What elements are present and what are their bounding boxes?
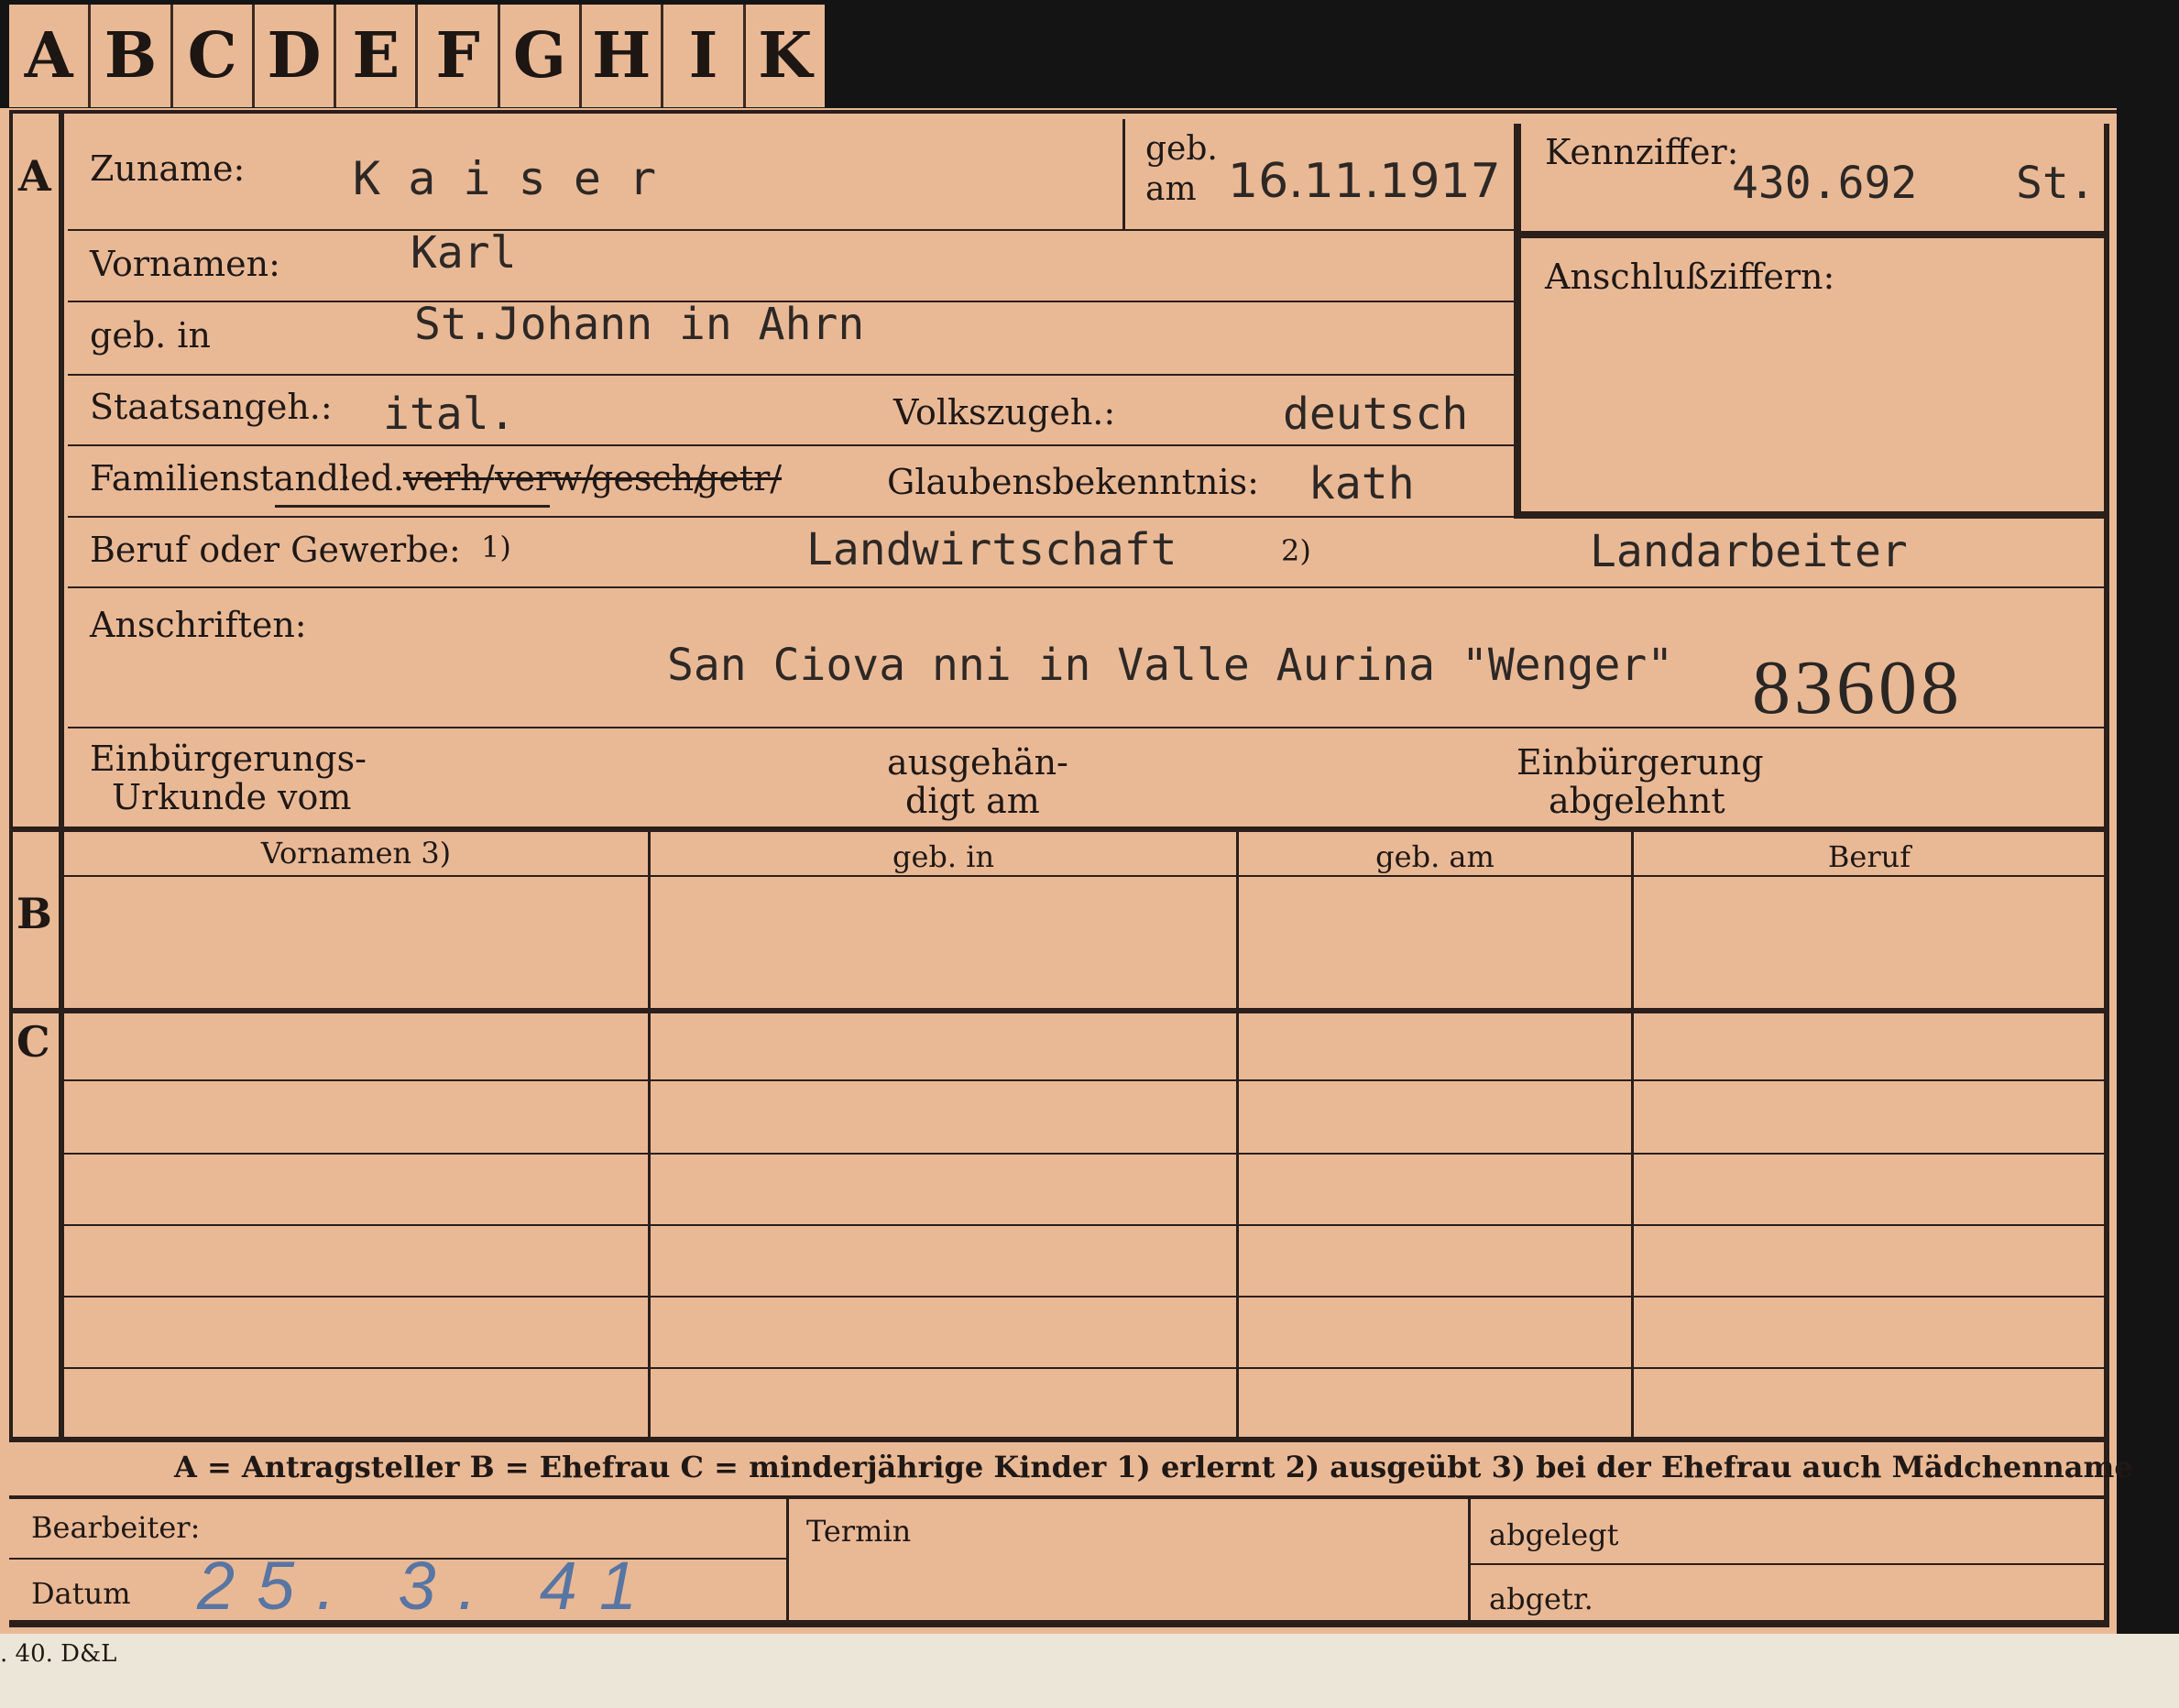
background-bottom bbox=[0, 1634, 2179, 1708]
nationality-value: deutsch bbox=[1283, 389, 1469, 440]
row-line bbox=[68, 444, 1514, 446]
kennziffer-value: 430.692 bbox=[1732, 158, 1918, 209]
kennziffer-label: Kennziffer: bbox=[1545, 132, 1739, 172]
naturalization-certificate-label-1: Einbürgerungs- bbox=[90, 739, 367, 779]
birthplace-value: St.Johann in Ahrn bbox=[414, 299, 865, 350]
appointment-label: Termin bbox=[806, 1514, 912, 1549]
marital-option-widowed: verw/ bbox=[495, 458, 594, 498]
section-letter-c: C bbox=[16, 1017, 50, 1067]
occupation-practiced-value: Landarbeiter bbox=[1590, 526, 1908, 577]
naturalization-rejected-label-1: Einbürgerung bbox=[1517, 742, 1764, 783]
address-value: San Ciova nni in Valle Aurina "Wenger" bbox=[667, 640, 1674, 691]
marital-option-single: led. bbox=[339, 458, 405, 498]
table-row-line bbox=[64, 1367, 2108, 1369]
tab-k: K bbox=[758, 19, 813, 93]
table-row-line bbox=[64, 1153, 2108, 1155]
table-col-divider bbox=[1631, 829, 1634, 1439]
table-row-line bbox=[64, 1296, 2108, 1297]
marital-option-separated: getr/ bbox=[696, 458, 783, 498]
kennziffer-suffix: St. bbox=[2016, 158, 2096, 209]
kennziffer-box-left bbox=[1514, 124, 1521, 518]
birth-date-value: 16.11.1917 bbox=[1228, 154, 1501, 209]
table-row-line bbox=[64, 1079, 2108, 1081]
legend-bottom-rule bbox=[9, 1495, 2109, 1499]
born-label-line1: geb. bbox=[1145, 130, 1218, 168]
religion-label: Glaubensbekenntnis: bbox=[887, 462, 1259, 502]
row-line bbox=[68, 586, 2108, 588]
tab-d: D bbox=[255, 5, 337, 107]
born-label-line2: am bbox=[1145, 170, 1197, 208]
naturalization-certificate-label-2: Urkunde vom bbox=[112, 777, 352, 817]
tab-a: A bbox=[9, 5, 92, 107]
occupation-label: Beruf oder Gewerbe: bbox=[90, 530, 461, 570]
section-letter-a: A bbox=[18, 151, 51, 201]
handed-out-label-1: ausgehän- bbox=[887, 742, 1068, 783]
occupation-footnote-1: 1) bbox=[481, 530, 511, 564]
vornamen-value: Karl bbox=[411, 227, 517, 279]
dark-background-right bbox=[2117, 0, 2179, 1649]
table-col-divider bbox=[1236, 829, 1239, 1439]
tab-g: G bbox=[500, 5, 583, 107]
footer-divider bbox=[1468, 1499, 1471, 1622]
section-letter-divider bbox=[59, 110, 64, 1439]
tab-b: B bbox=[91, 5, 173, 107]
handwritten-date: 25. 3. 41 bbox=[197, 1548, 660, 1624]
marital-option-married: verh/ bbox=[403, 458, 495, 498]
index-tabs: A B C D E F G H I K bbox=[9, 5, 825, 107]
tab-f: F bbox=[418, 5, 500, 107]
filed-label: abgelegt bbox=[1489, 1517, 1619, 1552]
table-header-first-names: Vornamen 3) bbox=[260, 836, 452, 870]
tab-c: C bbox=[173, 5, 255, 107]
birthplace-label: geb. in bbox=[90, 315, 211, 356]
card-left-rule bbox=[9, 110, 13, 1439]
address-label: Anschriften: bbox=[90, 605, 307, 645]
anschluss-label: Anschlußziffern: bbox=[1545, 257, 1835, 297]
table-row-line bbox=[64, 1224, 2108, 1226]
surname-value: K a i s e r bbox=[353, 152, 657, 205]
occupation-learned-value: Landwirtschaft bbox=[806, 524, 1177, 575]
religion-value: kath bbox=[1308, 458, 1415, 509]
legend-text: A = Antragsteller B = Ehefrau C = minder… bbox=[174, 1450, 2133, 1484]
handed-out-label-2: digt am bbox=[905, 781, 1040, 821]
processor-label: Bearbeiter: bbox=[31, 1510, 201, 1545]
vornamen-label: Vornamen: bbox=[90, 244, 280, 284]
section-c-bottom-rule bbox=[9, 1437, 2109, 1442]
section-c-rule bbox=[9, 1008, 2109, 1013]
table-header-occupation: Beruf bbox=[1827, 839, 1911, 874]
date-label: Datum bbox=[31, 1576, 131, 1611]
row-line bbox=[68, 374, 1514, 376]
nationality-label: Volkszugeh.: bbox=[893, 392, 1116, 432]
section-b-rule bbox=[9, 827, 2109, 832]
tab-i: I bbox=[663, 5, 746, 107]
table-header-birth-date: geb. am bbox=[1375, 839, 1495, 874]
removed-label: abgetr. bbox=[1489, 1582, 1593, 1616]
kennziffer-box-divider bbox=[1514, 231, 2109, 238]
table-header-birthplace: geb. in bbox=[892, 839, 995, 874]
row-line bbox=[68, 516, 2108, 518]
footer-row-line bbox=[1471, 1563, 2109, 1565]
date-divider bbox=[1122, 119, 1125, 229]
table-col-divider bbox=[648, 829, 651, 1439]
section-letter-b: B bbox=[16, 889, 52, 938]
table-header-rule bbox=[64, 875, 2108, 877]
naturalization-rejected-label-2: abgelehnt bbox=[1549, 781, 1725, 821]
marital-option-divorced: gesch/ bbox=[591, 458, 706, 498]
tab-e: E bbox=[336, 5, 419, 107]
card-top-rule bbox=[9, 110, 2117, 114]
surname-label: Zuname: bbox=[90, 148, 246, 189]
occupation-footnote-2: 2) bbox=[1281, 533, 1311, 568]
print-code: . 40. D&L bbox=[0, 1640, 117, 1668]
tab-h: H bbox=[582, 5, 664, 107]
row-line bbox=[68, 229, 1514, 231]
marital-underline bbox=[275, 505, 550, 508]
citizenship-label: Staatsangeh.: bbox=[90, 387, 333, 427]
citizenship-value: ital. bbox=[383, 389, 516, 440]
stamp-number: 83608 bbox=[1752, 645, 1963, 730]
marital-status-label: Familienstand: bbox=[90, 458, 351, 498]
footer-divider bbox=[786, 1499, 789, 1622]
